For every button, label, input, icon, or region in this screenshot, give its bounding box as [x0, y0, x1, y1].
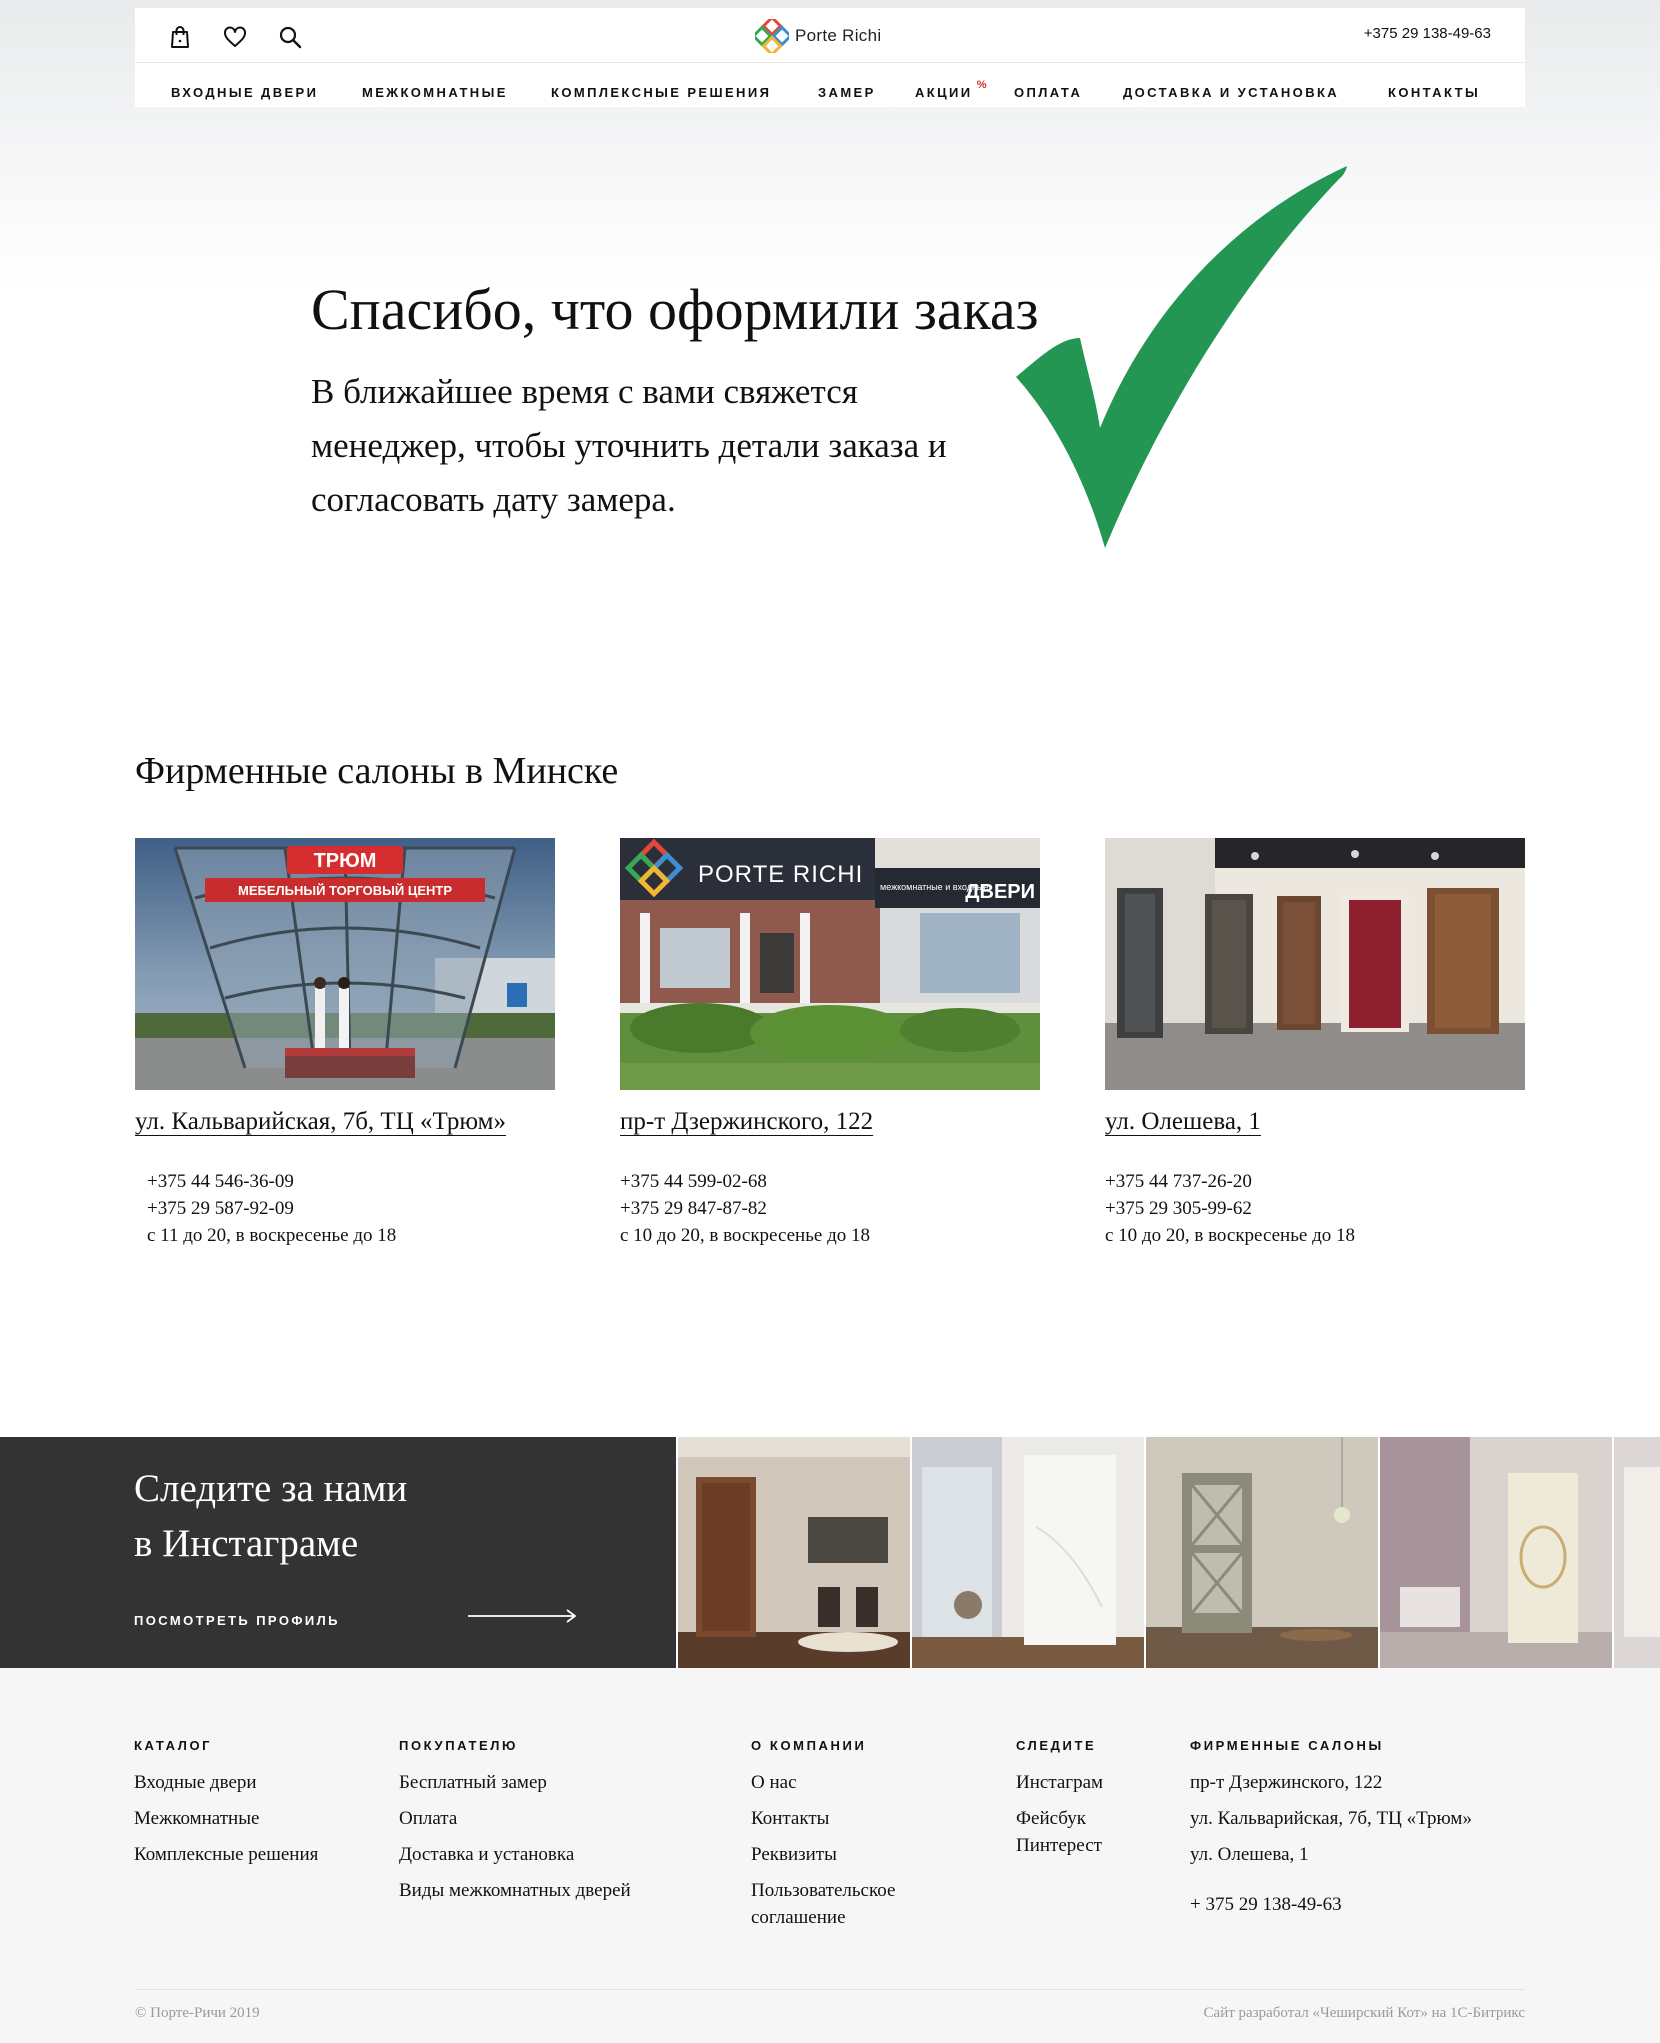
footer-link[interactable]: Пользовательское соглашение [751, 1877, 941, 1931]
instagram-section: Следите за нами в Инстаграме ПОСМОТРЕТЬ П… [0, 1437, 1660, 1668]
footer-column-buyer: ПОКУПАТЕЛЮ Бесплатный замер Оплата Доста… [399, 1738, 631, 1913]
thanks-text: В ближайшее время с вами свяжется менедж… [311, 372, 947, 519]
instagram-photo[interactable] [1380, 1437, 1612, 1668]
footer-link[interactable]: Виды межкомнатных дверей [399, 1877, 631, 1904]
trum-sign-subtitle: МЕБЕЛЬНЫЙ ТОРГОВЫЙ ЦЕНТР [238, 883, 452, 898]
footer-link[interactable]: ул. Кальварийская, 7б, ТЦ «Трюм» [1190, 1805, 1472, 1832]
site-footer: КАТАЛОГ Входные двери Межкомнатные Компл… [0, 1668, 1660, 2043]
salon-address-link[interactable]: ул. Олешева, 1 [1105, 1108, 1261, 1136]
footer-heading: СЛЕДИТЕ [1016, 1738, 1097, 1753]
footer-column-catalog: КАТАЛОГ Входные двери Межкомнатные Компл… [134, 1738, 318, 1877]
footer-link[interactable]: Бесплатный замер [399, 1769, 631, 1796]
heart-icon[interactable] [222, 24, 248, 50]
bag-icon[interactable] [167, 24, 193, 50]
salon-phone[interactable]: +375 29 847-87-82 [620, 1195, 870, 1222]
nav-payment[interactable]: ОПЛАТА [1014, 86, 1082, 100]
salon-card: ул. Олешева, 1 +375 44 737-26-20 +375 29… [1105, 838, 1525, 1246]
footer-link-instagram[interactable]: Инстаграм [1016, 1769, 1103, 1796]
salon-phone[interactable]: +375 44 737-26-20 [1105, 1168, 1355, 1195]
thanks-title: Спасибо, что оформили заказ [311, 277, 1039, 342]
instagram-panel: Следите за нами в Инстаграме ПОСМОТРЕТЬ П… [0, 1437, 676, 1668]
footer-link[interactable]: Реквизиты [751, 1841, 941, 1868]
main-nav: ВХОДНЫЕ ДВЕРИ МЕЖКОМНАТНЫЕ КОМПЛЕКСНЫЕ Р… [135, 63, 1525, 107]
footer-column-company: О КОМПАНИИ О нас Контакты Реквизиты Поль… [751, 1738, 941, 1940]
footer-divider [135, 1989, 1525, 1990]
footer-link[interactable]: Оплата [399, 1805, 631, 1832]
salon-card: PORTE RICHI межкомнатные и входные ДВЕРИ… [620, 838, 1040, 1246]
salon-photo-dzerzhinskogo[interactable]: PORTE RICHI межкомнатные и входные ДВЕРИ [620, 838, 1040, 1090]
arrow-right-icon[interactable] [467, 1608, 579, 1624]
salons-title: Фирменные салоны в Минске [135, 750, 619, 792]
footer-link-pinterest[interactable]: Пинтерест [1016, 1832, 1103, 1859]
footer-link[interactable]: Входные двери [134, 1769, 318, 1796]
instagram-photo[interactable] [1146, 1437, 1378, 1668]
footer-link[interactable]: пр-т Дзержинского, 122 [1190, 1769, 1472, 1796]
store-sign-big: ДВЕРИ [965, 881, 1035, 903]
salon-info: +375 44 599-02-68 +375 29 847-87-82 с 10… [620, 1168, 870, 1249]
nav-entrance-doors[interactable]: ВХОДНЫЕ ДВЕРИ [171, 86, 318, 100]
developer-credit[interactable]: Сайт разработал «Чеширский Кот» на 1С-Би… [1204, 2005, 1525, 2022]
view-profile-link[interactable]: ПОСМОТРЕТЬ ПРОФИЛЬ [134, 1613, 340, 1628]
footer-link[interactable]: Комплексные решения [134, 1841, 318, 1868]
footer-link[interactable]: О нас [751, 1769, 941, 1796]
nav-interior-doors[interactable]: МЕЖКОМНАТНЫЕ [362, 86, 508, 100]
salon-phone[interactable]: +375 44 546-36-09 [147, 1168, 396, 1195]
nav-complex-solutions[interactable]: КОМПЛЕКСНЫЕ РЕШЕНИЯ [551, 86, 771, 100]
salon-info: +375 44 737-26-20 +375 29 305-99-62 с 10… [1105, 1168, 1355, 1249]
trum-sign-text: ТРЮМ [314, 850, 377, 872]
instagram-photo[interactable] [678, 1437, 910, 1668]
copyright: © Порте-Ричи 2019 [135, 2005, 260, 2021]
checkmark-icon [1016, 166, 1347, 548]
salon-address-link[interactable]: ул. Кальварийская, 7б, ТЦ «Трюм» [135, 1108, 506, 1136]
footer-heading: О КОМПАНИИ [751, 1738, 867, 1753]
instagram-photo[interactable] [1614, 1437, 1660, 1668]
search-icon[interactable] [277, 24, 303, 50]
instagram-title-line1: Следите за нами [134, 1467, 408, 1510]
footer-column-follow: СЛЕДИТЕ Инстаграм Фейсбук Пинтерест [1016, 1738, 1103, 1868]
salon-address-link[interactable]: пр-т Дзержинского, 122 [620, 1108, 873, 1136]
footer-phone[interactable]: + 375 29 138-49-63 [1190, 1891, 1472, 1918]
instagram-title-line2: в Инстаграме [134, 1522, 359, 1565]
salon-hours: с 10 до 20, в воскресенье до 18 [620, 1225, 870, 1246]
footer-link[interactable]: ул. Олешева, 1 [1190, 1841, 1472, 1868]
logo[interactable]: Porte Richi [755, 19, 881, 53]
salon-hours: с 10 до 20, в воскресенье до 18 [1105, 1225, 1355, 1246]
salon-phone[interactable]: +375 29 305-99-62 [1105, 1195, 1355, 1222]
nav-delivery[interactable]: ДОСТАВКА И УСТАНОВКА [1123, 86, 1339, 100]
logo-mark-icon [755, 19, 789, 53]
header-phone[interactable]: +375 29 138-49-63 [1364, 25, 1491, 42]
salon-phone[interactable]: +375 44 599-02-68 [620, 1168, 870, 1195]
footer-heading: ПОКУПАТЕЛЮ [399, 1738, 519, 1753]
salon-photo-olesheva[interactable] [1105, 838, 1525, 1090]
salon-photo-trum[interactable]: ТРЮМ МЕБЕЛЬНЫЙ ТОРГОВЫЙ ЦЕНТР [135, 838, 555, 1090]
footer-link[interactable]: Доставка и установка [399, 1841, 631, 1868]
nav-contacts[interactable]: КОНТАКТЫ [1388, 86, 1480, 100]
nav-measurement[interactable]: ЗАМЕР [818, 86, 876, 100]
salon-phone[interactable]: +375 29 587-92-09 [147, 1195, 396, 1222]
footer-link[interactable]: Межкомнатные [134, 1805, 318, 1832]
salon-card: ТРЮМ МЕБЕЛЬНЫЙ ТОРГОВЫЙ ЦЕНТР ул. Кальва… [135, 838, 555, 1246]
salon-info: +375 44 546-36-09 +375 29 587-92-09 с 11… [147, 1168, 396, 1249]
instagram-title: Следите за нами в Инстаграме [134, 1461, 407, 1571]
promo-badge: % [976, 79, 987, 91]
instagram-photo[interactable] [912, 1437, 1144, 1668]
footer-heading: КАТАЛОГ [134, 1738, 213, 1753]
store-sign-brand: PORTE RICHI [698, 861, 863, 888]
footer-heading: ФИРМЕННЫЕ САЛОНЫ [1190, 1738, 1384, 1753]
footer-column-salons: ФИРМЕННЫЕ САЛОНЫ пр-т Дзержинского, 122 … [1190, 1738, 1472, 1927]
header-top-row: Porte Richi +375 29 138-49-63 [135, 8, 1525, 63]
nav-promotions[interactable]: АКЦИИ% [915, 79, 987, 100]
salon-hours: с 11 до 20, в воскресенье до 18 [147, 1225, 397, 1246]
nav-promotions-label: АКЦИИ [915, 85, 973, 100]
footer-link[interactable]: Контакты [751, 1805, 941, 1832]
footer-link-facebook[interactable]: Фейсбук [1016, 1805, 1103, 1832]
logo-text: Porte Richi [795, 26, 882, 45]
site-header: Porte Richi +375 29 138-49-63 ВХОДНЫЕ ДВ… [135, 8, 1525, 107]
